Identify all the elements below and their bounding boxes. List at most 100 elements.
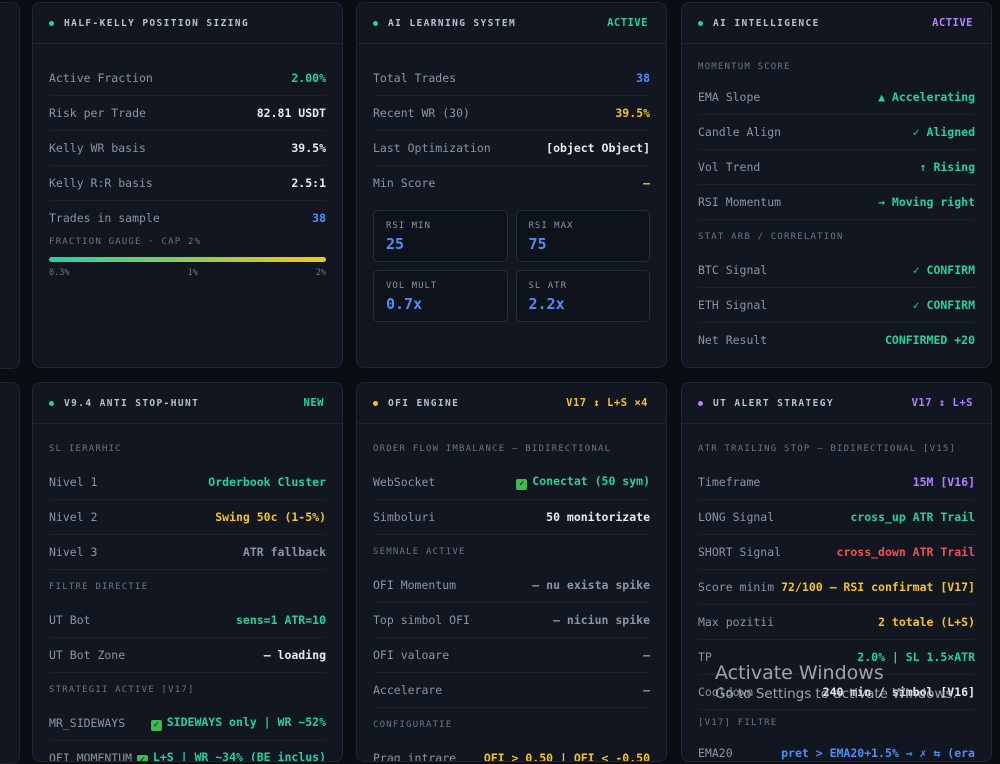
box-value: 75 <box>528 235 547 253</box>
box-value: 25 <box>386 235 405 253</box>
row-label: Kelly WR basis <box>49 141 146 155</box>
row-value: OFI > 0.50 | OFI < -0.50 <box>483 751 650 762</box>
watermark-title: Activate Windows <box>715 662 884 684</box>
status-dot-icon <box>373 20 378 26</box>
row-value: — niciun spike <box>553 613 650 627</box>
gauge-ticks: 0.3% 1% 2% <box>49 268 326 278</box>
anti-row-ofi-momentum: OFI_MOMENTUM ✓ L+S | WR ~34% (BE inclus) <box>49 741 326 761</box>
row-label: Total Trades <box>373 71 457 85</box>
checkbox-checked-icon: ✓ <box>150 720 162 731</box>
row-label: Kelly R:R basis <box>49 176 153 190</box>
kelly-row-active-fraction: Active Fraction 2.00% <box>49 61 326 96</box>
row-value: Swing 50c (1-5%) <box>215 510 326 524</box>
kelly-row-wr: Kelly WR basis 39.5% <box>49 131 326 166</box>
activate-windows-watermark: Activate Windows Go to Settings to activ… <box>715 662 957 702</box>
status-dot-icon <box>49 20 54 26</box>
learning-row-min-score: Min Score — <box>373 166 650 200</box>
version-badge: V17 ↕ L+S <box>911 397 973 409</box>
param-box-vol-mult: VOL MULT 0.7x <box>373 270 508 322</box>
row-value: Orderbook Cluster <box>208 475 326 489</box>
status-dot-icon <box>49 400 54 406</box>
intel-row-ema-slope: EMA Slope ▲ Accelerating <box>698 80 975 115</box>
row-value: — <box>643 176 650 190</box>
kelly-row-trades: Trades in sample 38 <box>49 201 326 235</box>
ut-row-long-signal: LONG Signal cross_up ATR Trail <box>698 500 975 535</box>
row-label: Candle Align <box>698 125 782 139</box>
anti-row-ut-bot: UT Bot sens=1 ATR=10 <box>49 603 326 638</box>
ofi-engine-card: OFI ENGINE V17 ↕ L+S ×4 ORDER FLOW IMBAL… <box>356 382 667 762</box>
learning-row-last-opt: Last Optimization [object Object] <box>373 131 650 166</box>
row-value: — nu exista spike <box>532 578 650 592</box>
anti-row-ut-bot-zone: UT Bot Zone — loading <box>49 638 326 673</box>
row-value: 39.5% <box>615 106 650 120</box>
kelly-row-rr: Kelly R:R basis 2.5:1 <box>49 166 326 201</box>
box-label: RSI MIN <box>386 221 431 231</box>
section-heading: MOMENTUM SCORE <box>698 62 791 72</box>
row-label: UT Bot <box>49 613 91 627</box>
box-label: SL ATR <box>528 281 568 291</box>
ofi-row-simboluri: Simboluri 50 monitorizate <box>373 500 650 535</box>
row-value: pret > EMA20+1.5% → ✗ ⇆ (era <box>781 746 975 760</box>
row-value: → Moving right <box>878 195 975 209</box>
card-header: AI LEARNING SYSTEM ACTIVE <box>357 3 666 44</box>
card-title: AI LEARNING SYSTEM <box>388 17 517 29</box>
status-badge: ACTIVE <box>607 17 648 29</box>
card-header: HALF-KELLY POSITION SIZING <box>33 3 342 44</box>
status-dot-icon <box>698 400 703 406</box>
intel-row-eth-signal: ETH Signal ✓ CONFIRM <box>698 288 975 323</box>
row-label: Trades in sample <box>49 211 160 225</box>
box-label: RSI MAX <box>528 221 574 231</box>
row-value: cross_up ATR Trail <box>850 510 975 524</box>
ut-row-short-signal: SHORT Signal cross_down ATR Trail <box>698 535 975 570</box>
row-value: 38 <box>312 211 326 225</box>
row-value: 39.5% <box>291 141 326 155</box>
row-value: 82.81 USDT <box>256 106 326 120</box>
row-value: CONFIRMED +20 <box>884 333 975 347</box>
fraction-gauge <box>49 257 326 262</box>
row-value: SIDEWAYS only | WR ~52% <box>166 715 326 729</box>
intel-row-net-result: Net Result CONFIRMED +20 <box>698 323 975 357</box>
row-label: ETH Signal <box>698 298 768 312</box>
row-value: 15M [V16] <box>912 475 975 489</box>
row-value: ▲ Accelerating <box>878 90 975 104</box>
section-heading: CONFIGURATIE <box>373 719 453 730</box>
section-heading: SEMNALE ACTIVE <box>373 546 466 557</box>
ut-row-max-pozitii: Max pozitii 2 totale (L+S) <box>698 605 975 640</box>
intel-row-vol-trend: Vol Trend ↑ Rising <box>698 150 975 185</box>
row-value: 2 totale (L+S) <box>878 615 975 629</box>
anti-stop-hunt-card: V9.4 ANTI STOP-HUNT NEW SL IERARHIC Nive… <box>32 382 343 762</box>
box-value: 2.2x <box>528 295 565 313</box>
intel-row-rsi-momentum: RSI Momentum → Moving right <box>698 185 975 220</box>
ofi-row-prag-intrare: Prag intrare OFI > 0.50 | OFI < -0.50 <box>373 741 650 762</box>
ut-row-timeframe: Timeframe 15M [V16] <box>698 465 975 500</box>
row-value: ✓ CONFIRM <box>912 298 975 312</box>
row-value: 72/100 — RSI confirmat [V17] <box>781 580 975 594</box>
row-label: EMA Slope <box>698 90 761 104</box>
row-value: 2.5:1 <box>291 176 326 190</box>
status-badge: NEW <box>303 397 324 409</box>
section-heading: SL IERARHIC <box>49 443 122 454</box>
gauge-tick: 1% <box>187 268 198 278</box>
row-label: Nivel 3 <box>49 545 98 559</box>
section-heading: FILTRE DIRECTIE <box>49 581 149 592</box>
learning-row-recent-wr: Recent WR (30) 39.5% <box>373 96 650 131</box>
row-value: — <box>643 648 650 662</box>
row-label: OFI Momentum <box>373 578 457 592</box>
section-heading: STAT ARB / CORRELATION <box>698 231 844 242</box>
anti-row-nivel-2: Nivel 2 Swing 50c (1-5%) <box>49 500 326 535</box>
row-value: ATR fallback <box>242 545 326 559</box>
section-heading: ATR TRAILING STOP — BIDIRECTIONAL [V15] <box>698 443 957 454</box>
gauge-label: FRACTION GAUGE · CAP 2% <box>49 237 202 247</box>
row-label: MR_SIDEWAYS <box>49 716 126 730</box>
row-value: ↑ Rising <box>919 160 975 174</box>
checkbox-checked-icon: ✓ <box>136 755 148 761</box>
row-label: Prag intrare <box>373 751 457 762</box>
ai-learning-card: AI LEARNING SYSTEM ACTIVE Total Trades 38… <box>356 2 667 368</box>
half-kelly-card: HALF-KELLY POSITION SIZING Active Fracti… <box>32 2 343 368</box>
param-box-rsi-min: RSI MIN 25 <box>373 210 508 262</box>
ofi-row-top-simbol: Top simbol OFI — niciun spike <box>373 603 650 638</box>
card-header: AI INTELLIGENCE ACTIVE <box>682 3 991 44</box>
card-header: V9.4 ANTI STOP-HUNT NEW <box>33 383 342 424</box>
anti-row-nivel-3: Nivel 3 ATR fallback <box>49 535 326 570</box>
row-label: BTC Signal <box>698 263 768 277</box>
